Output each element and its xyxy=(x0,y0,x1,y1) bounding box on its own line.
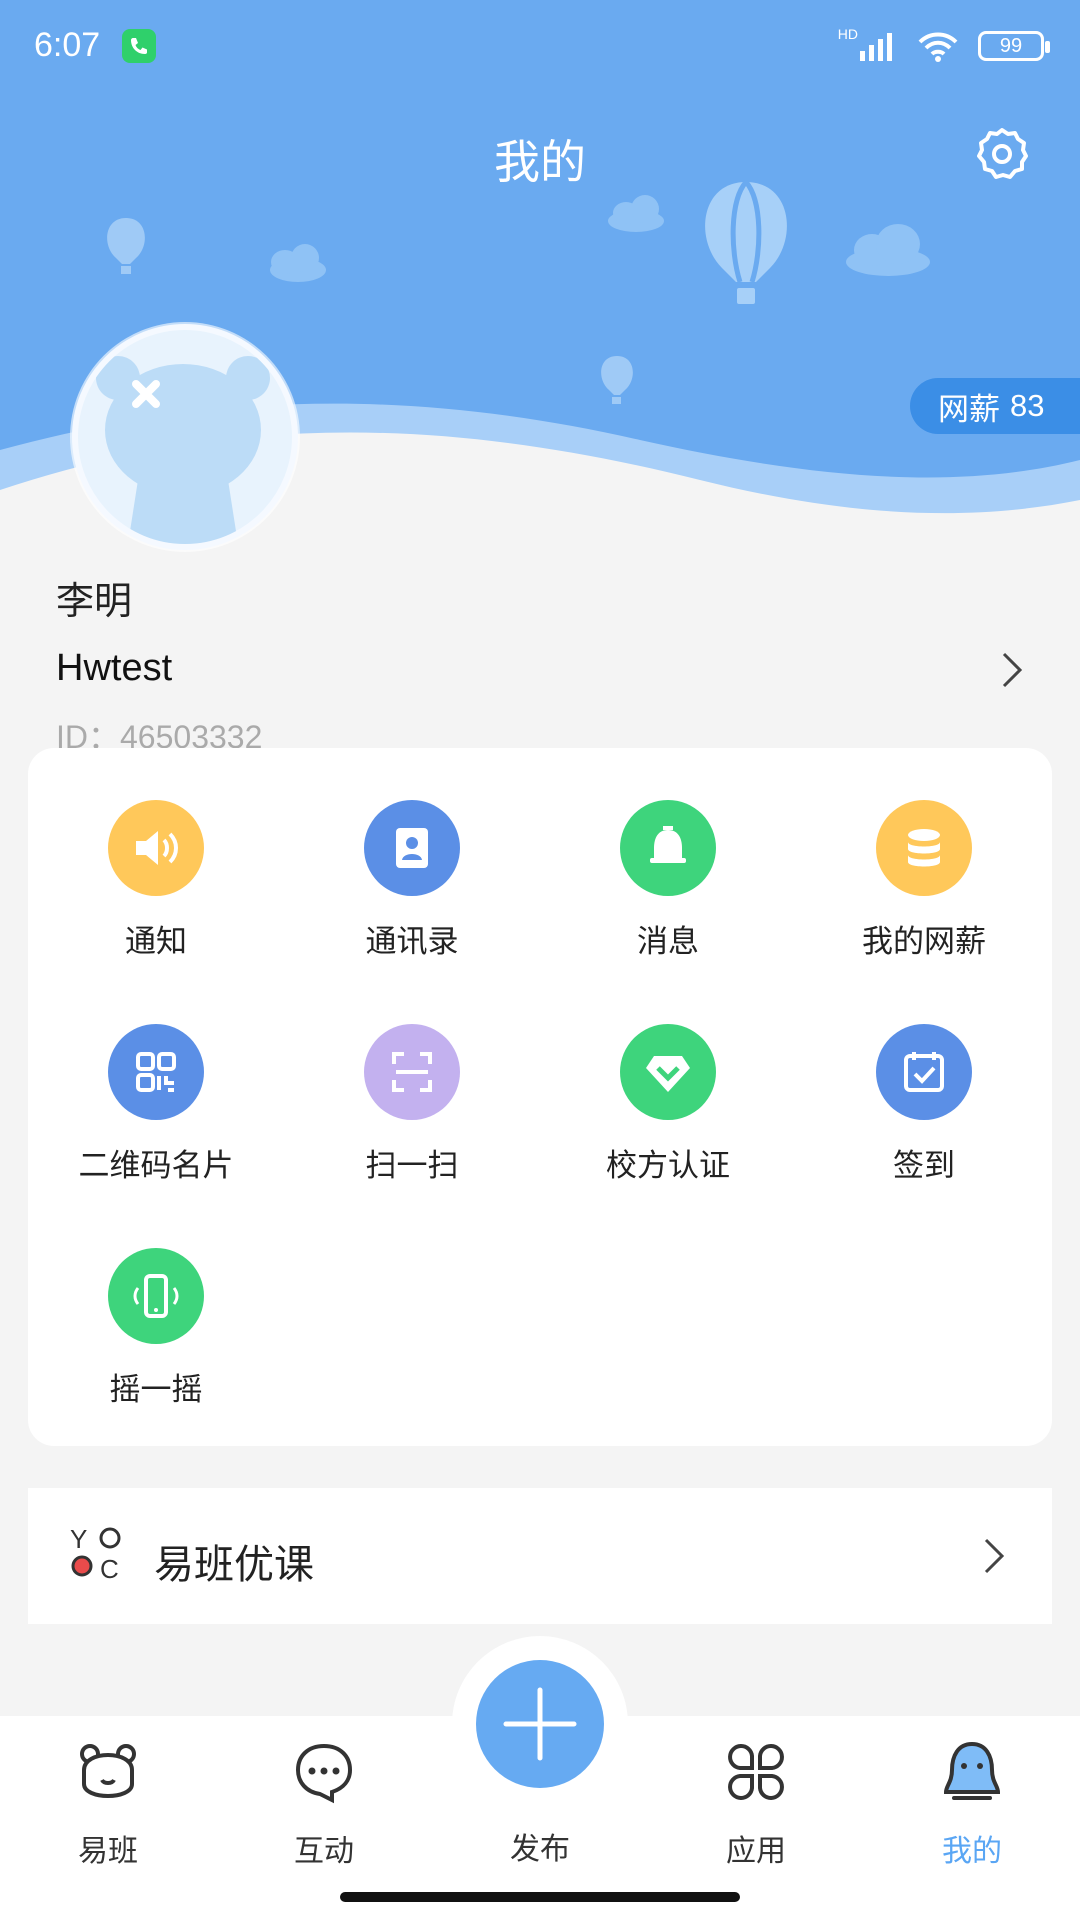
profile-blob-icon xyxy=(943,1741,1001,1800)
nav-tab-mine[interactable]: 我的 xyxy=(892,1740,1052,1870)
nav-label: 我的 xyxy=(942,1834,1002,1869)
grid-label: 扫一扫 xyxy=(365,1148,459,1184)
bell-icon xyxy=(620,800,716,896)
grid-label: 摇一摇 xyxy=(109,1372,203,1408)
coin-label: 网薪 xyxy=(938,391,1000,428)
grid-label: 我的网薪 xyxy=(862,924,986,960)
coin-value: 83 xyxy=(1010,388,1045,423)
battery-indicator: 99 xyxy=(978,31,1050,61)
page-title: 我的 xyxy=(494,135,586,189)
publish-button[interactable] xyxy=(476,1660,604,1788)
grid-label: 二维码名片 xyxy=(78,1148,234,1184)
chat-bubble-icon xyxy=(295,1743,353,1804)
svg-text:Y: Y xyxy=(70,1524,87,1554)
svg-text:C: C xyxy=(100,1554,119,1582)
battery-level: 99 xyxy=(999,34,1023,57)
contact-book-icon xyxy=(364,800,460,896)
bear-icon xyxy=(80,1744,136,1798)
grid-label: 消息 xyxy=(637,924,699,960)
grid-label: 通讯录 xyxy=(365,924,459,960)
nav-label: 应用 xyxy=(726,1834,786,1869)
grid-item-check-in[interactable]: 签到 xyxy=(796,1024,1052,1185)
grid-item-school-verify[interactable]: 校方认证 xyxy=(540,1024,796,1185)
qr-code-icon xyxy=(108,1024,204,1120)
wifi-icon xyxy=(918,32,958,62)
speaker-icon xyxy=(108,800,204,896)
coin-balance-badge[interactable]: 网薪 83 xyxy=(910,378,1080,434)
chevron-right-icon xyxy=(984,1538,1005,1574)
balloon-icon xyxy=(705,180,787,304)
grid-item-messages[interactable]: 消息 xyxy=(540,800,796,961)
bear-avatar-icon xyxy=(96,356,270,544)
nav-tab-yiban[interactable]: 易班 xyxy=(28,1740,188,1870)
coins-icon xyxy=(876,800,972,896)
grid-label: 校方认证 xyxy=(606,1148,730,1184)
shake-phone-icon xyxy=(108,1248,204,1344)
user-handle: Hwtest xyxy=(56,647,173,689)
grid-item-contacts[interactable]: 通讯录 xyxy=(284,800,540,961)
course-title: 易班优课 xyxy=(154,1542,314,1588)
grid-item-scan[interactable]: 扫一扫 xyxy=(284,1024,540,1185)
chevron-right-icon xyxy=(1002,652,1023,688)
nav-tab-interact[interactable]: 互动 xyxy=(244,1740,404,1870)
grid-label: 签到 xyxy=(893,1148,955,1184)
yoc-logo-icon: Y C xyxy=(70,1524,121,1582)
status-time: 6:07 xyxy=(34,26,101,64)
grid-label: 通知 xyxy=(125,924,187,960)
nav-label: 互动 xyxy=(294,1834,354,1869)
avatar[interactable] xyxy=(72,324,298,550)
scan-icon xyxy=(364,1024,460,1120)
course-entry[interactable]: Y C 易班优课 xyxy=(28,1488,1052,1624)
signal-icon xyxy=(860,33,892,61)
profile-info[interactable]: 李明 Hwtest ID：46503332 xyxy=(56,570,1026,758)
apps-icon xyxy=(728,1744,784,1800)
user-name: 李明 xyxy=(56,579,133,623)
feature-grid: 通知 通讯录 消息 我的网薪 二维码名片 扫一扫 校方认证 签到 摇一摇 xyxy=(28,748,1052,1446)
diamond-check-icon xyxy=(620,1024,716,1120)
gear-icon[interactable] xyxy=(974,126,1030,182)
home-indicator[interactable] xyxy=(340,1892,740,1902)
grid-item-notification[interactable]: 通知 xyxy=(28,800,284,961)
network-hd-label: HD xyxy=(837,26,858,42)
nav-label-publish[interactable]: 发布 xyxy=(460,1824,620,1868)
plus-icon xyxy=(503,1687,577,1761)
grid-item-shake[interactable]: 摇一摇 xyxy=(28,1248,284,1409)
status-bar: 6:07 HD 99 xyxy=(0,0,1080,92)
calendar-check-icon xyxy=(876,1024,972,1120)
grid-item-my-coins[interactable]: 我的网薪 xyxy=(796,800,1052,961)
phone-call-icon xyxy=(122,29,156,63)
nav-tab-apps[interactable]: 应用 xyxy=(676,1740,836,1870)
nav-label: 易班 xyxy=(78,1834,138,1869)
grid-item-qr-card[interactable]: 二维码名片 xyxy=(28,1024,284,1185)
